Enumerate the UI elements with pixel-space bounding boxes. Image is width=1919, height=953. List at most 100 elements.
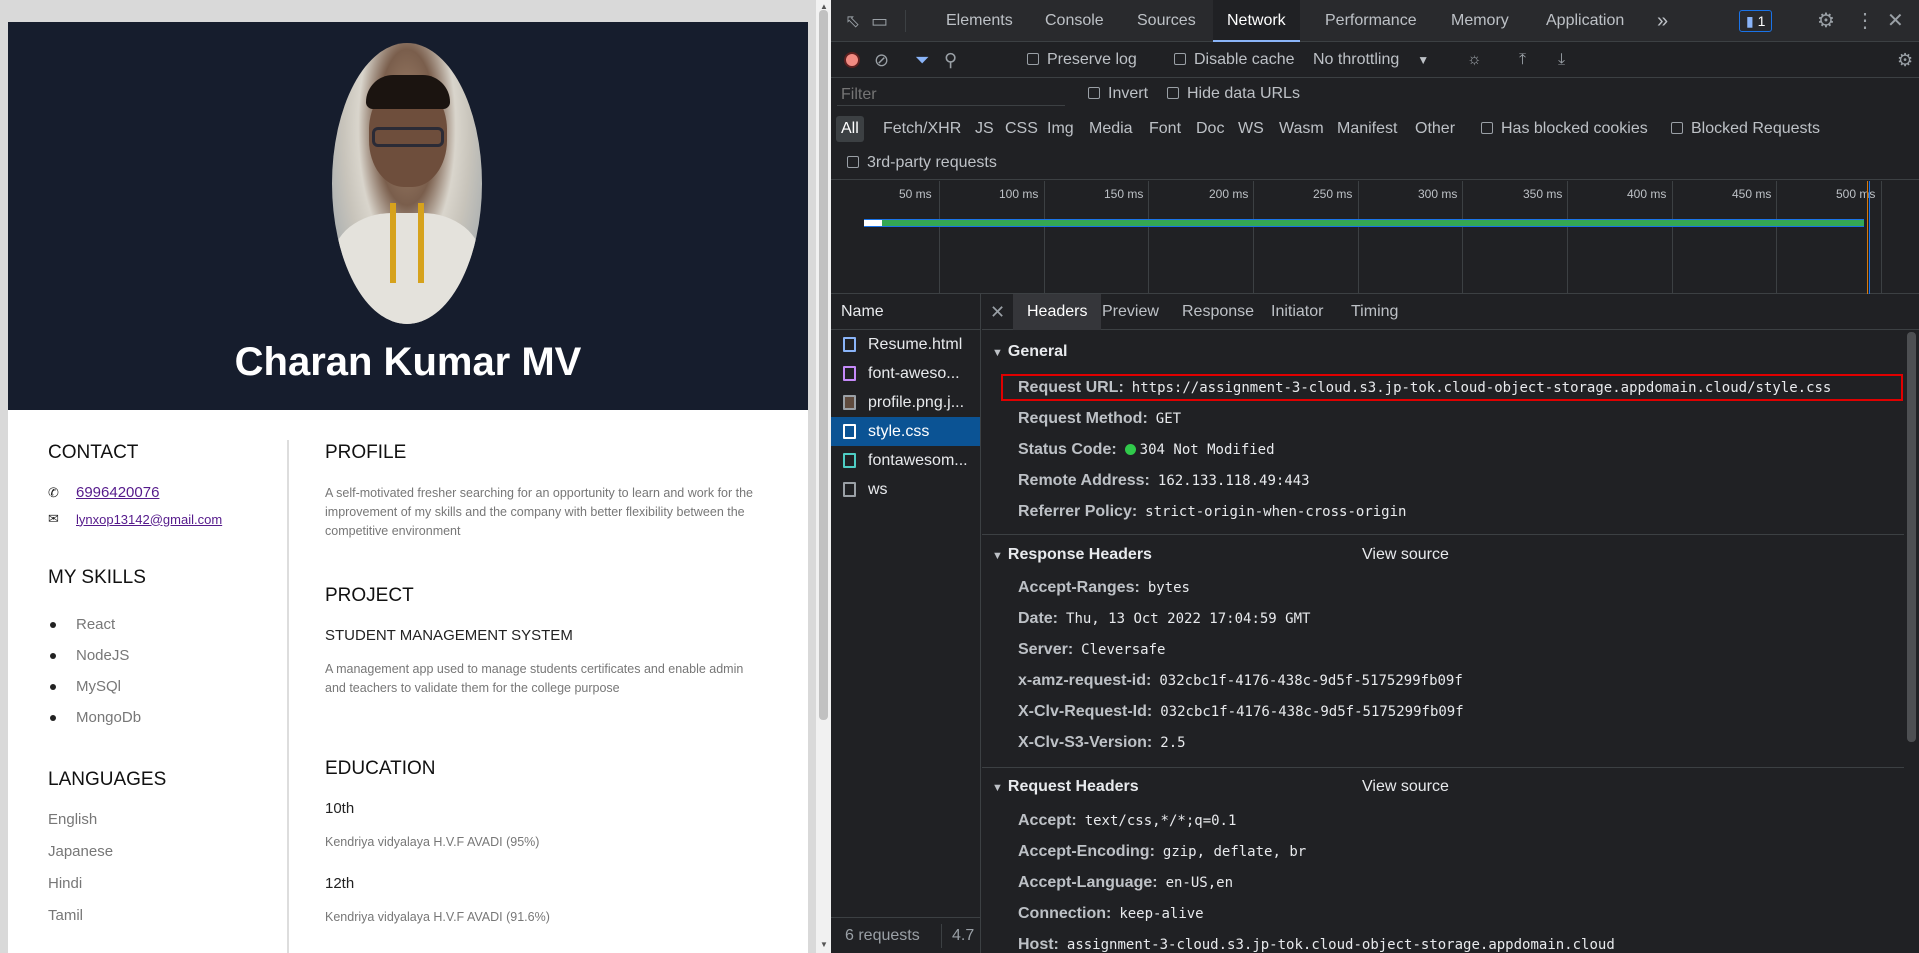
timeline-tick: 300 ms (1418, 187, 1458, 201)
view-source-link[interactable]: View source (1362, 540, 1449, 570)
tab-response[interactable]: Response (1182, 294, 1254, 330)
response-headers-toggle[interactable]: ▼ Response Headers View source (982, 540, 1904, 570)
request-row[interactable]: font-aweso... (831, 359, 980, 388)
third-party-checkbox[interactable]: 3rd-party requests (847, 150, 997, 176)
search-icon[interactable]: ⚲ (944, 42, 957, 78)
devtools-tabbar: ⬁ ▭ Elements Console Sources Network Per… (831, 0, 1919, 42)
stylesheet-icon (843, 366, 856, 381)
dom-content-loaded-marker (1867, 181, 1868, 294)
tab-headers[interactable]: Headers (1013, 294, 1102, 330)
filter-input[interactable] (837, 84, 1065, 106)
header-row: Accept-Encoding: gzip, deflate, br (1018, 843, 1307, 860)
device-toolbar-icon[interactable]: ▭ (871, 0, 888, 42)
tab-performance[interactable]: Performance (1325, 0, 1417, 42)
profile-text: A self-motivated fresher searching for a… (325, 486, 754, 538)
page-scrollbar[interactable]: ▲ ▼ (816, 0, 831, 953)
close-icon[interactable]: ✕ (1887, 0, 1904, 42)
type-font[interactable]: Font (1149, 116, 1181, 142)
header-row: Date: Thu, 13 Oct 2022 17:04:59 GMT (1018, 610, 1311, 627)
education-school: Kendriya vidyalaya H.V.F AVADI (95%) (325, 835, 540, 849)
disable-cache-checkbox[interactable]: Disable cache (1174, 42, 1295, 78)
tab-application[interactable]: Application (1546, 0, 1624, 42)
type-css[interactable]: CSS (1005, 116, 1038, 142)
request-row[interactable]: profile.png.j... (831, 388, 980, 417)
type-js[interactable]: JS (975, 116, 994, 142)
third-party-bar: 3rd-party requests (831, 146, 1919, 180)
tab-network[interactable]: Network (1213, 0, 1300, 42)
more-tabs-button[interactable]: » (1657, 0, 1668, 42)
header-row: Connection: keep-alive (1018, 905, 1204, 922)
details-scrollbar[interactable] (1904, 330, 1919, 953)
close-details-icon[interactable]: ✕ (990, 294, 1005, 330)
tab-initiator[interactable]: Initiator (1271, 294, 1323, 330)
request-row[interactable]: fontawesom... (831, 446, 980, 475)
tab-memory[interactable]: Memory (1451, 0, 1509, 42)
record-icon[interactable] (844, 52, 860, 68)
tab-console[interactable]: Console (1045, 0, 1104, 42)
email-link[interactable]: lynxop13142@gmail.com (76, 512, 222, 527)
timeline-tick: 50 ms (899, 187, 932, 201)
name-column-header[interactable]: Name (831, 294, 980, 330)
tab-elements[interactable]: Elements (946, 0, 1013, 42)
list-item: Tamil (48, 907, 84, 924)
request-row[interactable]: Resume.html (831, 330, 980, 359)
list-item: English (48, 811, 98, 828)
chevron-down-icon: ▼ (1417, 53, 1430, 67)
request-row-selected[interactable]: style.css (831, 417, 980, 446)
type-wasm[interactable]: Wasm (1279, 116, 1324, 142)
timeline-tick: 400 ms (1627, 187, 1667, 201)
network-settings-gear-icon[interactable]: ⚙ (1897, 42, 1913, 78)
view-source-link[interactable]: View source (1362, 772, 1449, 802)
project-text: A management app used to manage students… (325, 662, 744, 695)
contact-email-row: ✉ lynxop13142@gmail.com (48, 511, 288, 527)
request-row[interactable]: ws (831, 475, 980, 504)
import-har-icon[interactable]: ⤒ (1519, 42, 1526, 78)
network-conditions-icon[interactable]: ☼ (1467, 42, 1482, 78)
type-img[interactable]: Img (1047, 116, 1074, 142)
list-item: Japanese (48, 843, 114, 860)
tab-timing[interactable]: Timing (1351, 294, 1398, 330)
hide-data-urls-checkbox[interactable]: Hide data URLs (1167, 77, 1300, 111)
header-row: Server: Cleversafe (1018, 641, 1166, 658)
header-row: Status Code: 304 Not Modified (1018, 441, 1275, 458)
header-row: Host: assignment-3-cloud.s3.jp-tok.cloud-… (1018, 936, 1615, 953)
general-section-toggle[interactable]: ▼ General (982, 337, 1904, 367)
stylesheet-icon (843, 424, 856, 439)
type-fetch-xhr[interactable]: Fetch/XHR (883, 116, 961, 142)
triangle-down-icon: ▼ (992, 347, 1003, 359)
gear-icon[interactable]: ⚙ (1817, 0, 1835, 42)
request-headers-toggle[interactable]: ▼ Request Headers View source (982, 772, 1904, 802)
phone-link[interactable]: 6996420076 (76, 484, 159, 501)
project-heading: PROJECT (325, 585, 414, 606)
header-row: Request URL: https://assignment-3-cloud.s… (1018, 379, 1832, 396)
invert-checkbox[interactable]: Invert (1088, 77, 1148, 111)
header-row: Accept: text/css,*/*;q=0.1 (1018, 812, 1237, 829)
export-har-icon[interactable]: ⤓ (1558, 42, 1565, 78)
issues-badge[interactable]: ▮ 1 (1739, 10, 1773, 32)
scroll-down-icon[interactable]: ▼ (820, 940, 828, 949)
blocked-requests-checkbox[interactable]: Blocked Requests (1671, 116, 1820, 142)
has-blocked-cookies-checkbox[interactable]: Has blocked cookies (1481, 116, 1648, 142)
scrollbar-thumb[interactable] (819, 10, 828, 720)
tab-preview[interactable]: Preview (1102, 294, 1159, 330)
type-other[interactable]: Other (1415, 116, 1455, 142)
throttling-select[interactable]: No throttling ▼ (1313, 42, 1429, 78)
skills-list: React NodeJS MySQl MongoDb (48, 609, 288, 733)
filter-icon[interactable]: ⏷ (915, 42, 929, 78)
type-all[interactable]: All (836, 116, 864, 142)
preserve-log-checkbox[interactable]: Preserve log (1027, 42, 1137, 78)
font-icon (843, 453, 856, 468)
timeline-tick: 100 ms (999, 187, 1039, 201)
network-overview-timeline[interactable]: 50 ms 100 ms 150 ms 200 ms 250 ms 300 ms… (831, 181, 1919, 294)
type-manifest[interactable]: Manifest (1337, 116, 1397, 142)
kebab-menu-icon[interactable]: ⋮ (1855, 0, 1875, 42)
type-media[interactable]: Media (1089, 116, 1133, 142)
inspect-element-icon[interactable]: ⬁ (845, 0, 860, 42)
type-ws[interactable]: WS (1238, 116, 1264, 142)
type-doc[interactable]: Doc (1196, 116, 1224, 142)
tab-sources[interactable]: Sources (1137, 0, 1196, 42)
clear-icon[interactable]: ⊘ (874, 42, 889, 78)
devtools-panel: ⬁ ▭ Elements Console Sources Network Per… (831, 0, 1919, 953)
scrollbar-thumb[interactable] (1907, 332, 1916, 742)
profile-heading: PROFILE (325, 442, 407, 463)
